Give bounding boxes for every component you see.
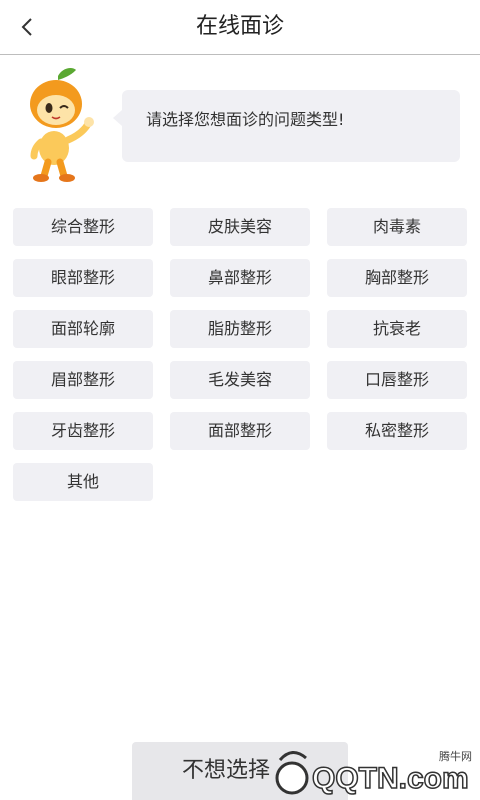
category-button[interactable]: 私密整形	[327, 412, 467, 450]
category-button[interactable]: 口唇整形	[327, 361, 467, 399]
category-button[interactable]: 脂肪整形	[170, 310, 310, 348]
category-button[interactable]: 面部轮廓	[13, 310, 153, 348]
orange-mascot-icon	[30, 68, 94, 182]
category-button[interactable]: 面部整形	[170, 412, 310, 450]
page-title: 在线面诊	[195, 14, 284, 39]
category-button[interactable]: 综合整形	[13, 208, 153, 246]
prompt-bubble: 请选择您想面诊的问题类型!	[113, 90, 460, 162]
category-button[interactable]: 皮肤美容	[170, 208, 310, 246]
category-button[interactable]: 肉毒素	[327, 208, 467, 246]
site-watermark: QQTN.com 腾牛网	[272, 742, 480, 800]
top-bar: 在线面诊	[0, 0, 480, 55]
category-grid: 综合整形 皮肤美容 肉毒素 眼部整形 鼻部整形 胸部整形 面部轮廓 脂肪整形 抗…	[13, 208, 467, 501]
skip-label: 不想选择	[182, 758, 271, 783]
category-button[interactable]: 鼻部整形	[170, 259, 310, 297]
category-button[interactable]: 眉部整形	[13, 361, 153, 399]
category-button[interactable]: 抗衰老	[327, 310, 467, 348]
category-button[interactable]: 其他	[13, 463, 153, 501]
watermark-logo-text: QQTN.com	[312, 762, 469, 795]
category-button[interactable]: 眼部整形	[13, 259, 153, 297]
prompt-text: 请选择您想面诊的问题类型!	[146, 110, 345, 129]
watermark-site-name: 腾牛网	[439, 750, 472, 763]
online-consultation-screen: 在线面诊 请选择您想面诊的问题类型! 综合整形 皮肤美容 肉毒素 眼部整形 鼻部	[0, 0, 480, 800]
category-button[interactable]: 毛发美容	[170, 361, 310, 399]
category-button[interactable]: 牙齿整形	[13, 412, 153, 450]
category-button[interactable]: 胸部整形	[327, 259, 467, 297]
